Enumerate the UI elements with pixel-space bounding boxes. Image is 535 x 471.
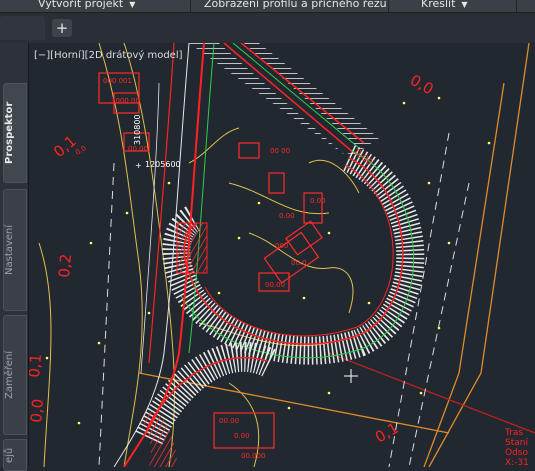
crosshair-cursor-icon [344,369,358,383]
menu-divider [388,0,389,12]
survey-points [45,96,491,425]
svg-text:00.00: 00.00 [128,145,148,153]
svg-text:00.000: 00.000 [241,452,266,460]
info-line: X:-31 [505,458,529,467]
profile-view-menu[interactable]: Zobrazení profilu a příčného řezu [204,0,387,11]
svg-text:00 00: 00 00 [270,147,290,155]
draw-menu[interactable]: Kreslit ▼ [421,0,468,12]
tab-settings[interactable]: Nastavení [3,189,27,311]
slope-label: 0,2 [55,253,75,278]
add-tab-button[interactable]: + [52,19,72,37]
drawing-canvas[interactable]: 000 001 3000 00 00.00 00 00 0.00 000 00.… [29,43,535,467]
svg-text:000: 000 [275,242,288,250]
profile-view-label: Zobrazení profilu a příčného řezu [204,0,387,10]
tab-partial[interactable]: ejů [3,439,27,471]
tab-prospector[interactable]: Prospektor [3,83,27,183]
alignment-info: Tras Staní Odso X:-31 [504,428,529,467]
svg-text:3000 00: 3000 00 [111,97,140,105]
menu-divider [190,0,191,12]
menu-divider [516,0,517,12]
tab-survey-label: Zaměření [4,350,15,400]
document-tab[interactable] [0,16,45,40]
slope-label: 0,0 [29,398,47,423]
coord-northing: 310800 [133,114,142,145]
svg-text:00.00: 00.00 [265,281,285,289]
coord-easting: 1205600 [145,160,181,169]
chevron-down-icon: ▼ [129,0,136,9]
chevron-down-icon: ▼ [461,0,468,9]
create-project-menu[interactable]: Vytvořit projekt ▼ [38,0,135,12]
svg-text:00.0: 00.0 [291,259,307,267]
red-slope-labels: 0,0 0,1 0,2 0,1 0,0 0,1 0,00 [29,71,437,447]
drawing-viewport[interactable]: 000 001 3000 00 00.00 00 00 0.00 000 00.… [29,43,535,467]
svg-text:0.00: 0.00 [234,432,250,440]
svg-text:00.00: 00.00 [219,417,239,425]
info-line: Staní [505,438,528,448]
slope-label: 0,0 [407,71,437,99]
toolspace-palette: Prospektor Nastavení Zaměření ejů [0,43,29,471]
ribbon-panel-bar: Vytvořit projekt ▼ Zobrazení profilu a př… [0,0,535,13]
tab-survey[interactable]: Zaměření [3,315,27,435]
info-line: Tras [504,428,523,438]
svg-text:000 001: 000 001 [103,77,132,85]
svg-text:0.00: 0.00 [279,212,295,220]
create-project-label: Vytvořit projekt [38,0,124,10]
svg-text:0.00: 0.00 [310,197,326,205]
slope-label: 0,1 [29,353,45,378]
document-tab-bar [0,13,535,43]
tab-prospector-label: Prospektor [4,101,15,165]
tab-partial-label: ejů [4,447,15,463]
coord-cross-icon: + [135,161,142,170]
slope-label: 0,1 [50,132,80,161]
draw-label: Kreslit [421,0,456,10]
tab-settings-label: Nastavení [4,224,15,276]
info-line: Odso [505,448,528,458]
viewport-controls-label[interactable]: [−][Horní][2D drátový model] [34,50,183,61]
